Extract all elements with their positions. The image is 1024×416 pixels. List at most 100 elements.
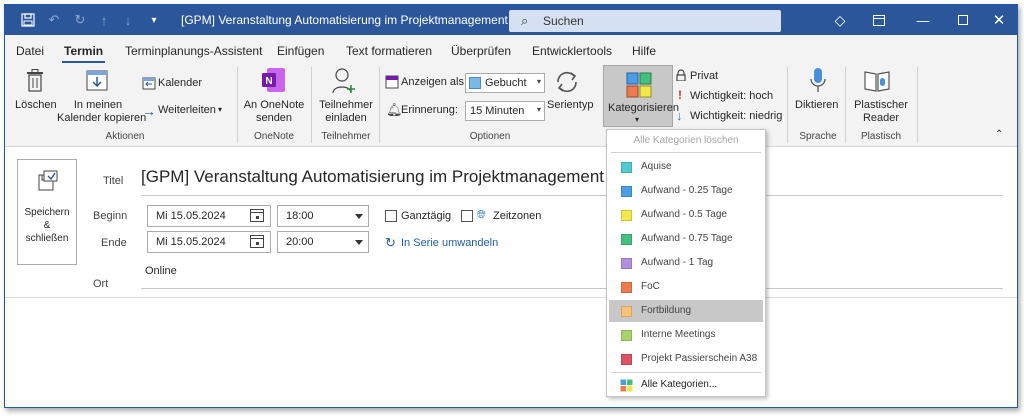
copy-to-calendar-button[interactable]: In meinen Kalender kopieren xyxy=(57,99,146,125)
save-icon[interactable] xyxy=(17,5,39,35)
save-close-icon xyxy=(38,170,58,195)
close-icon[interactable]: ✕ xyxy=(977,5,1017,35)
plastisch-line1: Plastischer xyxy=(854,99,908,111)
all-day-checkbox[interactable] xyxy=(385,210,397,222)
calendar-icon[interactable] xyxy=(250,235,264,248)
arrow-down-icon: ↓ xyxy=(676,108,683,123)
show-as-value: Gebucht xyxy=(485,77,527,89)
tab-hilfe[interactable]: Hilfe xyxy=(632,44,656,58)
make-recurring-link[interactable]: In Serie umwandeln xyxy=(401,237,498,249)
premium-diamond-icon[interactable]: ◇ xyxy=(829,5,851,35)
calendar-button[interactable]: Kalender xyxy=(158,77,202,89)
tab-terminplanungs-assistent[interactable]: Terminplanungs-Assistent xyxy=(125,44,262,58)
chevron-down-icon[interactable] xyxy=(355,214,363,219)
title-input[interactable]: [GPM] Veranstaltung Automatisierung im P… xyxy=(141,167,604,187)
calendar-icon[interactable] xyxy=(250,209,264,222)
dictate-button[interactable]: Diktieren xyxy=(795,99,838,111)
group-separator xyxy=(845,67,846,143)
title-underline xyxy=(141,195,1003,196)
delete-button[interactable]: Löschen xyxy=(15,99,57,111)
location-underline xyxy=(141,288,1003,289)
importance-low-button[interactable]: Wichtigkeit: niedrig xyxy=(690,110,782,122)
save-line2: & xyxy=(43,220,51,231)
tab-termin[interactable]: Termin xyxy=(61,44,106,64)
category-label: Fortbildung xyxy=(641,305,692,316)
lock-icon[interactable] xyxy=(676,69,686,84)
immersive-reader-button[interactable]: Plastischer Reader xyxy=(849,99,913,125)
search-icon: ⌕ xyxy=(521,13,529,28)
group-label-onenote: OneNote xyxy=(253,131,295,142)
forward-arrow-icon[interactable]: → xyxy=(142,103,156,119)
categorize-button[interactable]: Kategorisieren ▾ xyxy=(603,65,679,127)
arrow-up-icon[interactable]: ↑ xyxy=(93,5,115,35)
private-button[interactable]: Privat xyxy=(690,70,718,82)
arrow-down-icon[interactable]: ↓ xyxy=(117,5,139,35)
category-label: Aquise xyxy=(641,161,672,172)
menu-separator xyxy=(611,152,761,153)
category-item-aufwand-075[interactable]: Aufwand - 0.75 Tage xyxy=(609,228,763,250)
save-close-button[interactable]: Speichern & schließen xyxy=(17,159,77,265)
immersive-reader-icon[interactable] xyxy=(863,67,891,98)
tab-ueberpruefen[interactable]: Überprüfen xyxy=(451,44,511,58)
category-swatch xyxy=(621,354,632,365)
category-label: Aufwand - 1 Tag xyxy=(641,257,714,268)
category-swatch xyxy=(621,282,632,293)
forward-dropdown-icon[interactable]: ▾ xyxy=(218,105,222,114)
end-time-field[interactable]: 20:00 xyxy=(277,231,369,253)
categorize-icon xyxy=(626,72,652,101)
save-line3: schließen xyxy=(25,233,69,244)
reminder-select[interactable]: 15 Minuten ▾ xyxy=(465,101,545,121)
category-item-aufwand-025[interactable]: Aufwand - 0.25 Tage xyxy=(609,180,763,202)
category-item-foc[interactable]: FoC xyxy=(609,276,763,298)
category-swatch xyxy=(621,162,632,173)
end-date-value: Mi 15.05.2024 xyxy=(156,236,226,248)
copy-line2: Kalender kopieren xyxy=(57,112,147,124)
search-box[interactable]: ⌕ Suchen xyxy=(509,10,781,32)
recurrence-icon[interactable] xyxy=(554,69,580,98)
invite-attendees-button[interactable]: Teilnehmer einladen xyxy=(315,99,377,125)
ribbon-tabs: Datei Termin Terminplanungs-Assistent Ei… xyxy=(5,35,1017,64)
tab-datei[interactable]: Datei xyxy=(16,44,44,58)
tab-einfuegen[interactable]: Einfügen xyxy=(277,44,324,58)
customize-toolbar-icon[interactable]: ▾ xyxy=(143,5,165,35)
end-date-field[interactable]: Mi 15.05.2024 xyxy=(147,231,271,253)
category-swatch xyxy=(621,234,632,245)
category-item-aufwand-1[interactable]: Aufwand - 1 Tag xyxy=(609,252,763,274)
ribbon-display-icon[interactable] xyxy=(857,5,901,35)
trash-icon[interactable] xyxy=(25,69,45,96)
microphone-icon[interactable] xyxy=(809,67,827,98)
tab-entwicklertools[interactable]: Entwicklertools xyxy=(532,44,612,58)
importance-high-button[interactable]: Wichtigkeit: hoch xyxy=(690,90,773,102)
window-title: [GPM] Veranstaltung Automatisierung im P… xyxy=(181,13,545,27)
category-item-fortbildung[interactable]: Fortbildung xyxy=(609,300,763,322)
category-item-aquise[interactable]: Aquise xyxy=(609,156,763,178)
tab-text-formatieren[interactable]: Text formatieren xyxy=(346,44,432,58)
start-time-field[interactable]: 18:00 xyxy=(277,205,369,227)
recurrence-button[interactable]: Serientyp xyxy=(547,99,593,111)
redo-icon[interactable]: ↻ xyxy=(69,5,91,35)
send-to-onenote-button[interactable]: An OneNote senden xyxy=(241,99,307,125)
time-zones-checkbox[interactable] xyxy=(461,210,473,222)
save-close-label: Speichern & schließen xyxy=(18,206,76,245)
body-separator xyxy=(5,297,1017,298)
calendar-icon[interactable] xyxy=(142,76,156,93)
location-input[interactable]: Online xyxy=(145,265,177,277)
copy-calendar-icon[interactable] xyxy=(85,67,109,96)
all-categories-button[interactable]: Alle Kategorien... xyxy=(609,374,763,396)
collapse-ribbon-icon[interactable]: ⌃ xyxy=(995,129,1003,140)
onenote-icon[interactable]: N xyxy=(261,67,287,96)
undo-icon[interactable]: ↶ xyxy=(43,5,65,35)
invite-attendees-icon[interactable] xyxy=(331,67,357,98)
category-item-interne-meetings[interactable]: Interne Meetings xyxy=(609,324,763,346)
start-date-field[interactable]: Mi 15.05.2024 xyxy=(147,205,271,227)
category-item-passierschein[interactable]: Projekt Passierschein A38 xyxy=(609,348,763,370)
start-label: Beginn xyxy=(93,210,128,222)
categories-dropdown: Alle Kategorien löschen Aquise Aufwand -… xyxy=(606,129,766,397)
teilnehmer-line1: Teilnehmer xyxy=(319,99,373,111)
chevron-down-icon[interactable] xyxy=(355,240,363,245)
category-item-aufwand-05[interactable]: Aufwand - 0.5 Tage xyxy=(609,204,763,226)
minimize-icon[interactable]: — xyxy=(901,5,945,35)
location-label: Ort xyxy=(93,278,109,290)
show-as-select[interactable]: Gebucht ▾ xyxy=(465,73,545,93)
forward-button[interactable]: Weiterleiten xyxy=(158,104,216,116)
